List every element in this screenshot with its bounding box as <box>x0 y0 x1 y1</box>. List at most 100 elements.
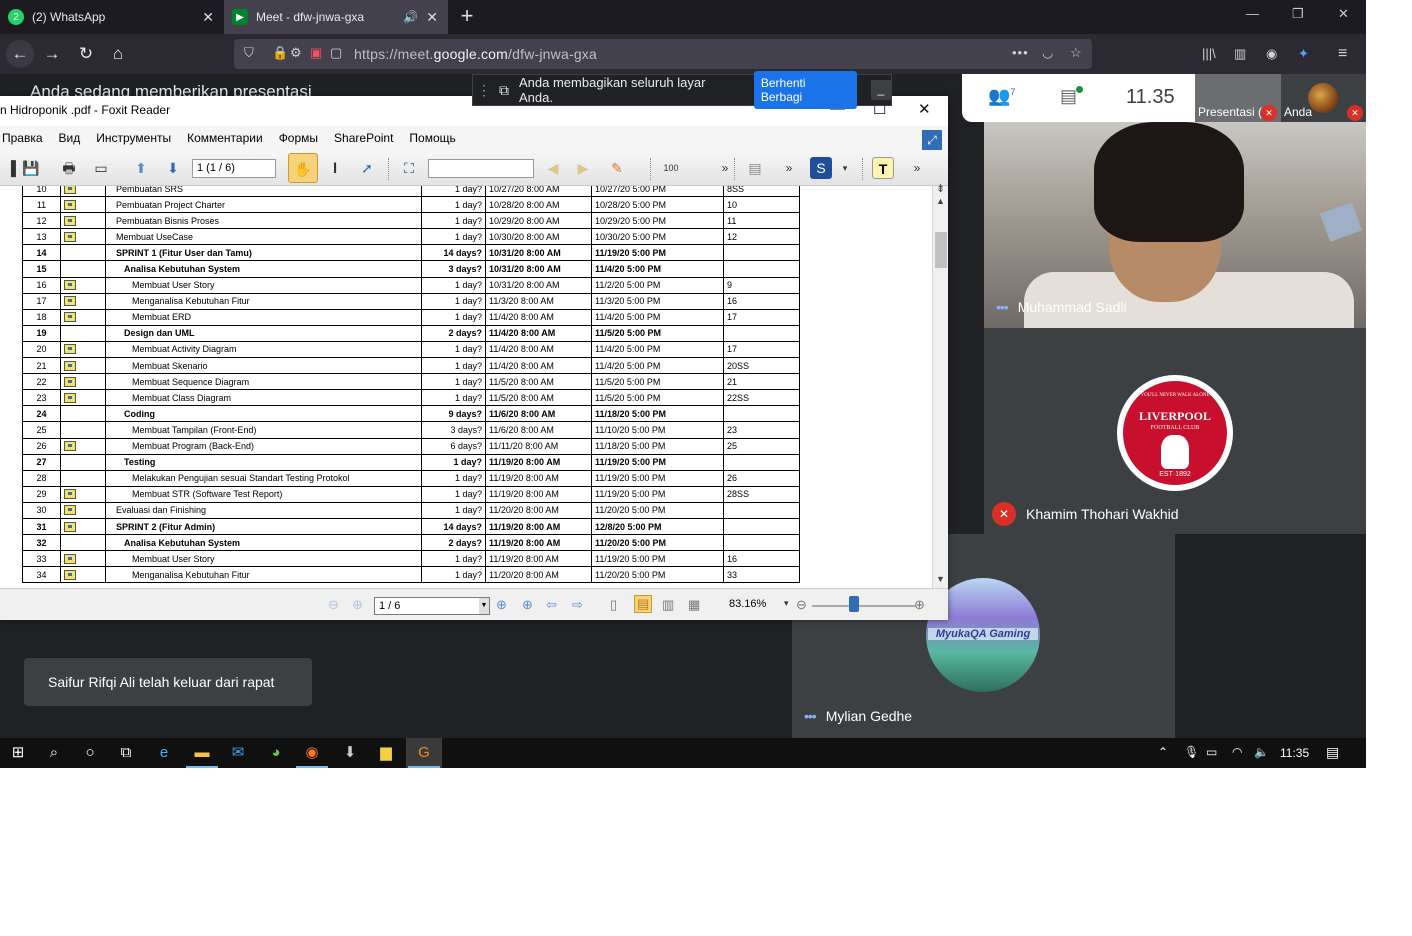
page-actions-icon[interactable]: ••• <box>1012 45 1029 60</box>
menu-comments[interactable]: Комментарии <box>187 131 263 145</box>
mail-icon[interactable]: ✉ <box>228 743 248 763</box>
document-view[interactable]: 10 Pembuatan SRS 1 day? 10/27/20 8:00 AM 10/… <box>0 186 932 588</box>
show-hidden-icons[interactable]: ⌃ <box>1158 745 1168 759</box>
menu-forms[interactable]: Формы <box>279 131 318 145</box>
scroll-down-icon[interactable]: ▼ <box>936 574 945 584</box>
vertical-scrollbar[interactable]: ⇟ ▲ ▼ <box>932 183 948 588</box>
forward-button[interactable]: → <box>38 40 66 68</box>
zoom-slider[interactable] <box>812 605 916 607</box>
window-close-icon[interactable]: ✕ <box>1338 6 1349 22</box>
firefox-icon[interactable]: ◉ <box>296 743 328 768</box>
sidebar-icon[interactable]: ▥ <box>1234 46 1246 62</box>
zoom-in-icon[interactable]: ⊕ <box>914 597 925 613</box>
zoom-100-icon[interactable]: 100 <box>660 157 682 179</box>
find-icon[interactable]: ⛶ <box>398 157 420 179</box>
windows-start-icon[interactable]: ⊞ <box>8 743 28 763</box>
save-icon[interactable]: 💾 <box>20 157 42 179</box>
zoom-dropdown-icon[interactable]: ▾ <box>784 598 789 609</box>
open-icon[interactable]: ▐ <box>0 157 22 179</box>
status-page-field[interactable]: 1 / 6 ▼ <box>374 597 490 615</box>
new-tab-button[interactable]: + <box>456 4 478 30</box>
go-back-icon[interactable]: ⇦ <box>546 597 557 613</box>
zoom-out-icon[interactable]: ⊖ <box>796 597 807 613</box>
pointer-icon[interactable]: ➚ <box>356 157 378 179</box>
notifications-icon[interactable]: ▤ <box>1326 744 1339 761</box>
participant-tile[interactable]: ••• Muhammad Sadli <box>984 122 1366 328</box>
edge-icon[interactable]: e <box>154 743 174 763</box>
tab-whatsapp[interactable]: 2 (2) WhatsApp ✕ <box>0 0 224 34</box>
more-options-icon[interactable]: ••• <box>996 299 1009 315</box>
sticky-notes-icon[interactable]: ▆ <box>376 743 396 763</box>
split-icon[interactable]: ⇟ <box>936 182 945 195</box>
next-page-icon[interactable]: ⊕ <box>496 597 507 613</box>
close-tab-icon[interactable]: ✕ <box>426 9 438 26</box>
volume-icon[interactable]: 🔈 <box>1254 745 1269 759</box>
window-close-icon[interactable]: ✕ <box>918 100 931 118</box>
system-clock[interactable]: 11:35 <box>1280 746 1309 760</box>
hand-tool-icon[interactable]: ✋ <box>288 153 318 183</box>
dropdown-arrow-icon[interactable]: ▾ <box>834 157 856 179</box>
permissions-icon[interactable]: ⚙ <box>290 45 302 61</box>
extension-icon[interactable]: ✦ <box>1298 46 1309 62</box>
task-view-icon[interactable]: ⧉ <box>116 743 136 763</box>
bookmark-star-icon[interactable]: ☆ <box>1070 45 1082 61</box>
find-previous-icon[interactable]: ◀ <box>542 157 564 179</box>
speaker-icon[interactable]: 🔊 <box>403 10 418 24</box>
go-forward-icon[interactable]: ⇨ <box>572 597 583 613</box>
camera-off-icon[interactable]: ▢ <box>330 45 342 61</box>
zoom-slider-thumb[interactable] <box>849 596 859 612</box>
stop-sharing-button[interactable]: Berhenti Berbagi <box>753 71 858 109</box>
drag-handle-icon[interactable]: ⋮ <box>477 82 491 99</box>
file-explorer-icon[interactable]: ▬ <box>186 743 218 768</box>
more-tools-icon[interactable]: » <box>778 157 800 179</box>
continuous-icon[interactable]: ▤ <box>634 595 653 613</box>
print-icon[interactable]: 🖶 <box>58 157 80 179</box>
select-text-icon[interactable]: 𝐈 <box>324 157 346 179</box>
chrome-icon[interactable]: ◕ <box>266 743 286 763</box>
zoom-value[interactable]: 83.16% <box>729 598 766 610</box>
chevron-down-icon[interactable]: ▼ <box>479 598 489 614</box>
pocket-icon[interactable]: ◡ <box>1042 45 1053 61</box>
foxit-icon[interactable]: G <box>408 743 440 768</box>
facing-icon[interactable]: ▥ <box>662 597 674 613</box>
close-tab-icon[interactable]: ✕ <box>202 9 214 26</box>
url-bar[interactable]: ⛉ 🔒 ⚙ ▣ ▢ https://meet.google.com/dfw-jn… <box>234 39 1092 69</box>
account-icon[interactable]: ◉ <box>1266 46 1277 62</box>
restore-icon[interactable]: ❐ <box>1292 6 1304 22</box>
expand-icon[interactable]: ⤢ <box>922 130 942 150</box>
screen-share-icon[interactable]: ▣ <box>310 45 322 61</box>
more-tools-icon[interactable]: » <box>714 157 736 179</box>
battery-icon[interactable]: ▭ <box>1206 745 1217 759</box>
menu-sharepoint[interactable]: SharePoint <box>334 131 393 145</box>
menu-view[interactable]: Вид <box>59 131 81 145</box>
home-button[interactable]: ⌂ <box>104 40 132 68</box>
single-page-icon[interactable]: ▯ <box>610 597 617 613</box>
menu-tools[interactable]: Инструменты <box>96 131 171 145</box>
microphone-icon[interactable]: 🎙 <box>1184 745 1199 759</box>
page-number-input[interactable]: 1 (1 / 6) <box>192 159 276 178</box>
minimize-share-bar-button[interactable]: _ <box>871 80 891 100</box>
wifi-icon[interactable]: ◠ <box>1232 745 1242 759</box>
find-next-icon[interactable]: ▶ <box>572 157 594 179</box>
last-page-icon[interactable]: ⊕ <box>522 597 533 613</box>
library-icon[interactable]: |||\ <box>1202 46 1216 61</box>
participant-tile[interactable]: YOU'LL NEVER WALK ALONE LIVERPOOL FOOTBA… <box>984 328 1366 534</box>
more-options-icon[interactable]: ••• <box>804 708 817 724</box>
self-thumbnail[interactable]: Presentasi ( ✕ Anda ✕ <box>1195 74 1366 122</box>
lock-icon[interactable]: 🔒 <box>272 45 288 61</box>
back-button[interactable]: ← <box>6 40 34 68</box>
reload-button[interactable]: ↻ <box>72 40 100 68</box>
search-icon[interactable]: ⌕ <box>44 743 64 763</box>
previous-page-icon[interactable]: ⬆ <box>130 157 152 179</box>
chat-icon[interactable]: ▤ <box>1060 86 1077 107</box>
more-tools-icon[interactable]: » <box>906 157 928 179</box>
first-page-icon[interactable]: ⊖ <box>328 597 339 613</box>
cortana-icon[interactable]: ○ <box>80 743 100 763</box>
downloads-icon[interactable]: ⬇ <box>340 743 360 763</box>
menu-icon[interactable]: ≡ <box>1338 45 1347 63</box>
menu-edit[interactable]: Правка <box>2 131 43 145</box>
menu-help[interactable]: Помощь <box>409 131 455 145</box>
tab-meet[interactable]: ▶ Meet - dfw-jnwa-gxa 🔊 ✕ <box>224 0 448 34</box>
email-icon[interactable]: ▭ <box>90 157 112 179</box>
shield-icon[interactable]: ⛉ <box>244 45 254 61</box>
